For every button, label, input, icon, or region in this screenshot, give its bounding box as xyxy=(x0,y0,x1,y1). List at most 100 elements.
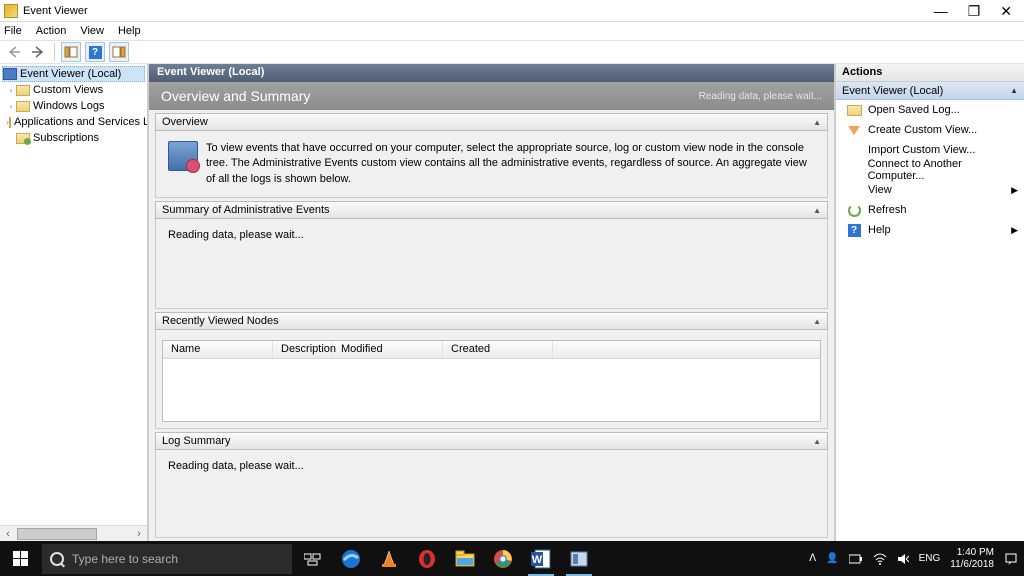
taskbar-app-chrome[interactable] xyxy=(484,541,522,576)
submenu-arrow-icon: ▶ xyxy=(1011,185,1018,196)
panes-icon xyxy=(64,46,78,58)
search-placeholder: Type here to search xyxy=(72,552,178,566)
wifi-icon[interactable] xyxy=(873,553,887,565)
expand-icon[interactable]: › xyxy=(6,85,16,95)
actions-context-label: Event Viewer (Local) xyxy=(842,85,943,97)
folder-open-icon xyxy=(847,105,862,116)
tree-subscriptions[interactable]: Subscriptions xyxy=(2,130,145,146)
collapse-icon[interactable]: ▲ xyxy=(813,317,821,326)
show-tree-button[interactable] xyxy=(61,42,81,62)
summary-header[interactable]: Summary of Administrative Events ▲ xyxy=(155,201,828,219)
tree-custom-views[interactable]: › Custom Views xyxy=(2,82,145,98)
scroll-right-icon[interactable]: › xyxy=(131,528,147,540)
computer-icon xyxy=(168,141,198,171)
menu-help[interactable]: Help xyxy=(118,25,141,37)
col-description[interactable]: Description xyxy=(273,341,333,358)
tree-root[interactable]: Event Viewer (Local) xyxy=(2,66,145,82)
col-created[interactable]: Created xyxy=(443,341,553,358)
taskbar-search[interactable]: Type here to search xyxy=(42,544,292,574)
collapse-icon[interactable]: ▲ xyxy=(1010,86,1018,95)
volume-icon[interactable] xyxy=(897,553,909,565)
logsummary-wait-text: Reading data, please wait... xyxy=(168,460,304,472)
action-label: Open Saved Log... xyxy=(868,104,960,116)
tree-hscrollbar[interactable]: ‹ › xyxy=(0,525,147,541)
summary-wait-text: Reading data, please wait... xyxy=(168,229,304,241)
people-icon[interactable]: 👤 xyxy=(826,553,838,564)
taskbar-app-eventviewer[interactable] xyxy=(560,541,598,576)
tree-item-label: Subscriptions xyxy=(33,132,99,144)
logsummary-header[interactable]: Log Summary ▲ xyxy=(155,432,828,450)
recent-header[interactable]: Recently Viewed Nodes ▲ xyxy=(155,312,828,330)
overview-header[interactable]: Overview ▲ xyxy=(155,113,828,131)
help-icon: ? xyxy=(89,46,102,59)
search-icon xyxy=(50,552,64,566)
col-name[interactable]: Name xyxy=(163,341,273,358)
action-create-custom-view[interactable]: Create Custom View... xyxy=(836,120,1024,140)
actions-header: Actions xyxy=(836,64,1024,82)
language-indicator[interactable]: ENG xyxy=(919,553,941,564)
close-button[interactable]: ✕ xyxy=(1000,4,1012,18)
back-button[interactable] xyxy=(4,42,24,62)
notifications-icon[interactable] xyxy=(1004,552,1018,566)
event-viewer-icon xyxy=(3,68,17,80)
action-refresh[interactable]: Refresh xyxy=(836,200,1024,220)
system-tray: ᐱ 👤 ENG 1:40 PM 11/6/2018 xyxy=(809,547,1024,571)
recent-group: Recently Viewed Nodes ▲ Name Description… xyxy=(155,312,828,429)
svg-text:W: W xyxy=(532,554,543,566)
action-help[interactable]: ? Help ▶ xyxy=(836,220,1024,240)
action-view[interactable]: View ▶ xyxy=(836,180,1024,200)
help-button[interactable]: ? xyxy=(85,42,105,62)
submenu-arrow-icon: ▶ xyxy=(1011,225,1018,236)
help-icon: ? xyxy=(848,224,861,237)
action-label: View xyxy=(868,184,892,196)
group-title: Summary of Administrative Events xyxy=(162,204,330,216)
action-open-saved-log[interactable]: Open Saved Log... xyxy=(836,100,1024,120)
task-view-button[interactable] xyxy=(294,541,332,576)
action-connect-computer[interactable]: Connect to Another Computer... xyxy=(836,160,1024,180)
menu-action[interactable]: Action xyxy=(36,25,67,37)
app-icon xyxy=(4,4,18,18)
taskbar-app-vlc[interactable] xyxy=(370,541,408,576)
summary-group: Summary of Administrative Events ▲ Readi… xyxy=(155,201,828,309)
navigation-tree: Event Viewer (Local) › Custom Views › Wi… xyxy=(0,64,149,541)
menu-view[interactable]: View xyxy=(80,25,104,37)
action-label: Import Custom View... xyxy=(868,144,975,156)
collapse-icon[interactable]: ▲ xyxy=(813,118,821,127)
explorer-icon xyxy=(455,550,475,568)
maximize-button[interactable]: ❐ xyxy=(968,4,981,18)
collapse-icon[interactable]: ▲ xyxy=(813,206,821,215)
taskbar-app-edge[interactable] xyxy=(332,541,370,576)
tree-windows-logs[interactable]: › Windows Logs xyxy=(2,98,145,114)
overview-group: Overview ▲ To view events that have occu… xyxy=(155,113,828,198)
actions-subheader[interactable]: Event Viewer (Local) ▲ xyxy=(836,82,1024,100)
taskbar-clock[interactable]: 1:40 PM 11/6/2018 xyxy=(950,547,994,571)
table-body xyxy=(163,359,820,421)
tray-chevron-icon[interactable]: ᐱ xyxy=(809,553,816,564)
battery-icon[interactable] xyxy=(849,553,863,565)
group-title: Recently Viewed Nodes xyxy=(162,315,279,327)
scroll-thumb[interactable] xyxy=(17,528,97,540)
clock-time: 1:40 PM xyxy=(950,547,994,559)
edge-icon xyxy=(340,548,362,570)
clock-date: 11/6/2018 xyxy=(950,559,994,571)
taskbar-app-opera[interactable] xyxy=(408,541,446,576)
scroll-left-icon[interactable]: ‹ xyxy=(0,528,16,540)
filter-icon xyxy=(848,126,860,135)
recent-table: Name Description Modified Created xyxy=(162,340,821,422)
tree-applications[interactable]: › Applications and Services Lo xyxy=(2,114,145,130)
taskbar-app-explorer[interactable] xyxy=(446,541,484,576)
action-label: Help xyxy=(868,224,891,236)
action-import-custom-view[interactable]: Import Custom View... xyxy=(836,140,1024,160)
start-button[interactable] xyxy=(0,541,40,576)
opera-icon xyxy=(417,549,437,569)
action-label: Create Custom View... xyxy=(868,124,977,136)
toolbar: ? xyxy=(0,40,1024,64)
show-actions-button[interactable] xyxy=(109,42,129,62)
forward-button[interactable] xyxy=(28,42,48,62)
minimize-button[interactable]: — xyxy=(934,4,948,18)
menu-file[interactable]: File xyxy=(4,25,22,37)
col-modified[interactable]: Modified xyxy=(333,341,443,358)
collapse-icon[interactable]: ▲ xyxy=(813,437,821,446)
taskbar-app-word[interactable]: W xyxy=(522,541,560,576)
expand-icon[interactable]: › xyxy=(6,101,16,111)
